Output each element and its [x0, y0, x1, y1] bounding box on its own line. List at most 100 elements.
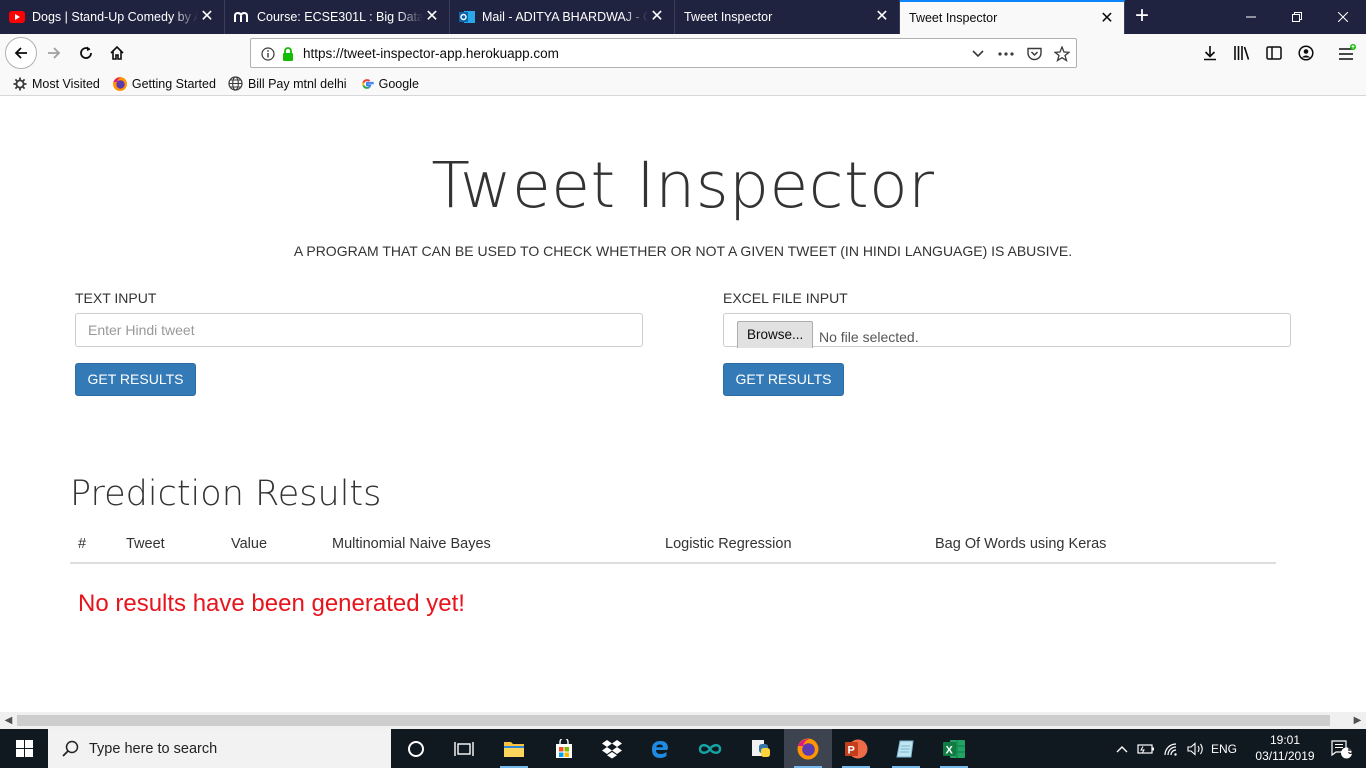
pocket-icon[interactable]: [1025, 45, 1043, 63]
downloads-button[interactable]: [1196, 39, 1224, 67]
file-input-label: EXCEL FILE INPUT: [723, 290, 848, 306]
bookmarks-toolbar: Most Visited Getting Started Bill Pay mt…: [0, 72, 1366, 96]
svg-text:X: X: [946, 744, 954, 756]
hindi-tweet-input[interactable]: [75, 313, 643, 347]
show-hidden-icons-button[interactable]: [1112, 729, 1132, 768]
globe-icon: [228, 76, 244, 92]
arduino-button[interactable]: [686, 729, 734, 768]
tab-tweet-inspector[interactable]: Tweet Inspector ✕: [675, 0, 900, 34]
bookmark-label: Bill Pay mtnl delhi: [247, 76, 347, 91]
results-table-header: # Tweet Value Multinomial Naive Bayes Lo…: [70, 534, 1276, 564]
get-results-file-button[interactable]: GET RESULTS: [723, 363, 844, 396]
url-bar[interactable]: https://tweet-inspector-app.herokuapp.co…: [250, 38, 1077, 68]
home-icon: [110, 45, 124, 60]
results-heading: Prediction Results: [70, 474, 382, 514]
bookmark-most-visited[interactable]: Most Visited: [12, 76, 100, 92]
tab-label: Mail - ADITYA BHARDWAJ - Outlook: [482, 10, 648, 24]
download-icon: [1204, 46, 1216, 61]
close-tab-icon[interactable]: ✕: [199, 9, 215, 25]
excel-button[interactable]: X: [930, 729, 978, 768]
firefox-icon: [797, 738, 819, 759]
sidebar-icon: [1266, 46, 1282, 60]
column-header-logistic-regression: Logistic Regression: [665, 536, 792, 552]
tab-tweet-inspector-active[interactable]: Tweet Inspector ✕: [900, 0, 1125, 34]
info-icon[interactable]: [259, 45, 277, 63]
battery-tray[interactable]: [1134, 729, 1158, 768]
tab-label: Tweet Inspector: [909, 11, 998, 25]
outlook-icon: [459, 9, 475, 25]
scrollbar-thumb[interactable]: [17, 715, 1330, 726]
close-tab-icon[interactable]: ✕: [1099, 11, 1115, 27]
firefox-taskbar-button[interactable]: [784, 729, 832, 768]
file-explorer-button[interactable]: [490, 729, 538, 768]
excel-icon: X: [943, 739, 965, 758]
store-button[interactable]: [540, 729, 588, 768]
new-tab-button[interactable]: +: [1125, 0, 1159, 34]
reload-button[interactable]: [72, 39, 100, 67]
column-header-value: Value: [231, 536, 268, 552]
search-icon: [62, 740, 79, 757]
home-button[interactable]: [103, 39, 131, 67]
youtube-icon: [9, 9, 25, 25]
gear-icon: [12, 76, 28, 92]
sidebar-button[interactable]: [1260, 39, 1288, 67]
bookmark-star-icon[interactable]: [1053, 45, 1071, 63]
powerpoint-icon: P: [845, 739, 868, 758]
notes-app-button[interactable]: [882, 729, 930, 768]
menu-button[interactable]: [1333, 39, 1361, 67]
cortana-button[interactable]: [392, 729, 440, 768]
svg-text:P: P: [848, 744, 855, 756]
column-header-tweet: Tweet: [126, 536, 165, 552]
task-view-button[interactable]: [440, 729, 488, 768]
back-button[interactable]: [5, 37, 37, 69]
excel-file-input[interactable]: Browse... No file selected.: [723, 313, 1291, 348]
tab-outlook-mail[interactable]: Mail - ADITYA BHARDWAJ - Outlook ✕: [450, 0, 675, 34]
close-tab-icon[interactable]: ✕: [649, 9, 665, 25]
taskbar-search[interactable]: Type here to search: [48, 729, 391, 768]
bookmark-label: Google: [378, 76, 419, 91]
page-actions-icon[interactable]: [997, 45, 1015, 63]
edge-button[interactable]: [636, 729, 684, 768]
close-tab-icon[interactable]: ✕: [874, 9, 890, 25]
folder-icon: [504, 741, 524, 757]
google-icon: [359, 76, 375, 92]
dropbox-icon: [602, 739, 622, 758]
bookmark-label: Most Visited: [32, 76, 100, 91]
navigation-toolbar: https://tweet-inspector-app.herokuapp.co…: [0, 34, 1366, 72]
bookmark-getting-started[interactable]: Getting Started: [112, 76, 216, 92]
close-tab-icon[interactable]: ✕: [424, 9, 440, 25]
action-center-button[interactable]: 5: [1318, 729, 1366, 768]
arrow-left-icon: [14, 47, 27, 59]
bookmark-bill-pay[interactable]: Bill Pay mtnl delhi: [228, 76, 347, 92]
dropbox-button[interactable]: [588, 729, 636, 768]
system-clock[interactable]: 19:01 03/11/2019: [1252, 732, 1318, 764]
forward-button[interactable]: [40, 39, 68, 67]
minimize-button[interactable]: [1228, 0, 1274, 34]
lock-icon[interactable]: [279, 45, 297, 63]
account-button[interactable]: [1292, 39, 1320, 67]
start-button[interactable]: [0, 729, 48, 768]
windows-taskbar: Type here to search P X ENG 19:01 03/11/…: [0, 729, 1366, 768]
python-button[interactable]: [736, 729, 784, 768]
chevron-down-icon[interactable]: [969, 45, 987, 63]
scroll-left-icon[interactable]: ◀: [0, 714, 17, 727]
horizontal-scrollbar[interactable]: ◀ ▶: [0, 712, 1366, 729]
restore-button[interactable]: [1274, 0, 1320, 34]
tab-youtube[interactable]: Dogs | Stand-Up Comedy by Abhishek Upman…: [0, 0, 225, 34]
arrow-right-icon: [48, 47, 61, 59]
powerpoint-button[interactable]: P: [832, 729, 880, 768]
wifi-tray[interactable]: [1160, 729, 1184, 768]
scroll-right-icon[interactable]: ▶: [1349, 714, 1366, 727]
cortana-icon: [408, 740, 424, 757]
bookmark-google[interactable]: Google: [359, 76, 419, 92]
get-results-text-button[interactable]: GET RESULTS: [75, 363, 196, 396]
volume-tray[interactable]: [1184, 729, 1208, 768]
library-button[interactable]: [1228, 39, 1256, 67]
tab-moodle-course[interactable]: Course: ECSE301L : Big Data Analytics ✕: [225, 0, 450, 34]
close-window-button[interactable]: [1320, 0, 1366, 34]
bookmark-label: Getting Started: [131, 76, 216, 91]
hamburger-menu-icon: [1339, 44, 1356, 60]
browse-button[interactable]: Browse...: [737, 321, 814, 348]
language-indicator[interactable]: ENG: [1208, 729, 1240, 768]
notification-count: 5: [1347, 746, 1354, 757]
